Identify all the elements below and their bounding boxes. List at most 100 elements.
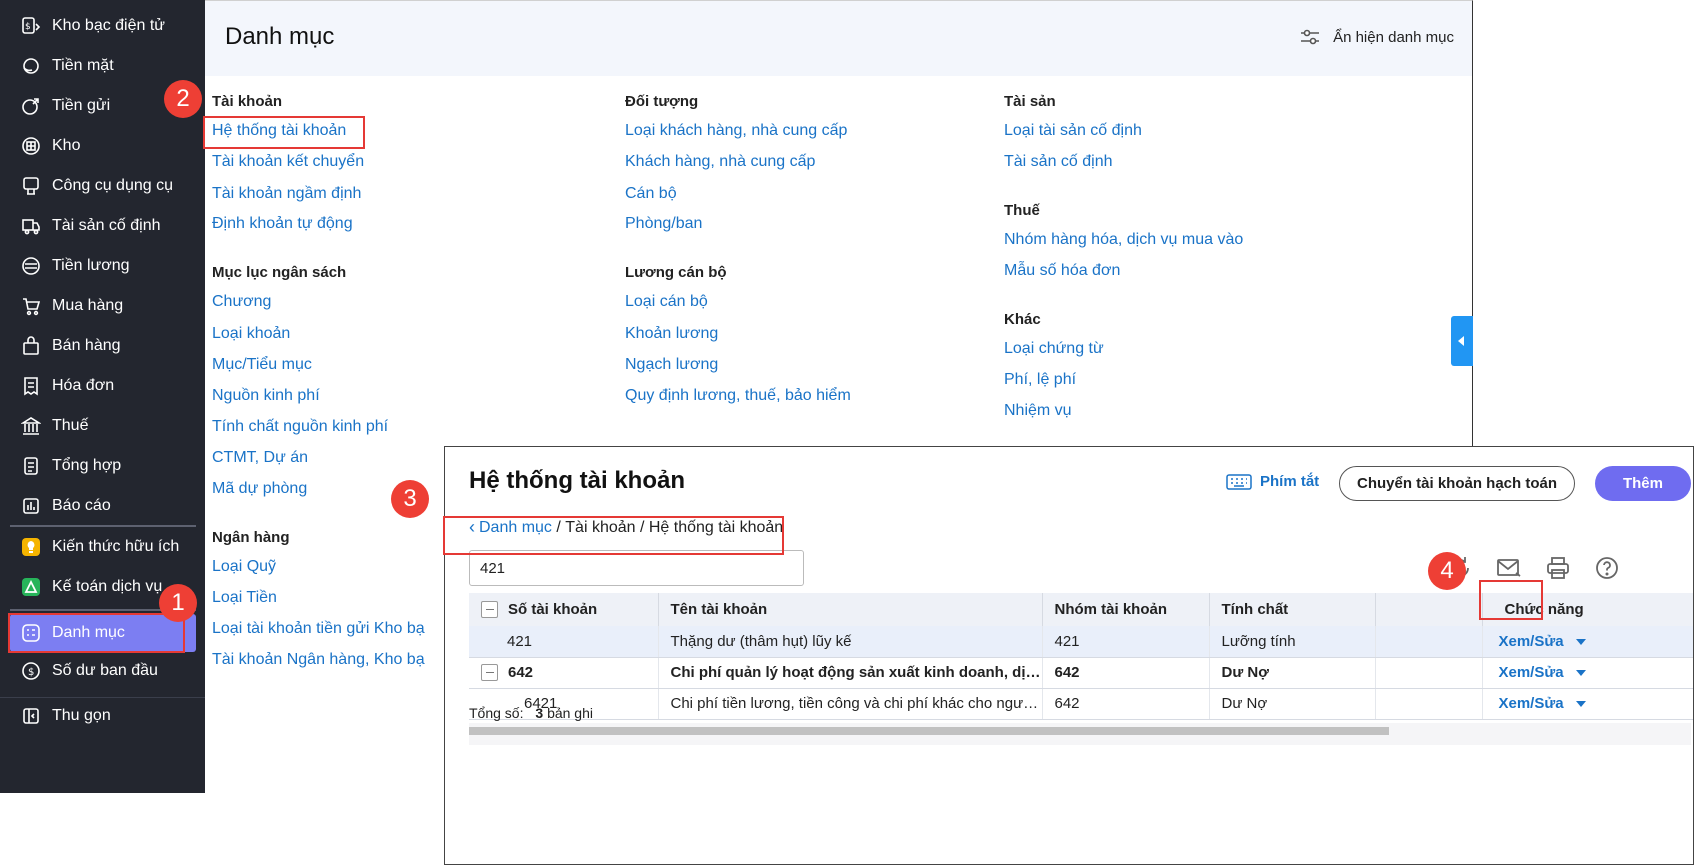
sliders-icon <box>1301 29 1320 45</box>
add-button[interactable]: Thêm <box>1595 466 1691 501</box>
sidebar-item-label: Tiền lương <box>52 257 130 274</box>
sidebar-item-salary[interactable]: Tiền lương <box>10 247 196 285</box>
sidebar-item-invoice[interactable]: Hóa đơn <box>10 367 196 405</box>
sidebar-item-e-treasury[interactable]: $ Kho bạc điện tử <box>10 7 196 45</box>
collapse-icon <box>20 705 42 727</box>
sidebar-item-purchase[interactable]: Mua hàng <box>10 287 196 325</box>
breadcrumb-back-link[interactable]: ‹ Danh mục <box>469 517 552 538</box>
column-header-account-number[interactable]: Số tài khoản <box>469 593 659 626</box>
link-fees[interactable]: Phí, lệ phí <box>1004 371 1076 389</box>
link-deposit-account-type[interactable]: Loại tài khoản tiền gửi Kho bạ <box>212 620 425 638</box>
link-fund-type[interactable]: Loại Quỹ <box>212 558 276 576</box>
help-button[interactable] <box>1582 553 1631 583</box>
view-edit-link[interactable]: Xem/Sửa <box>1499 633 1564 650</box>
expand-collapse-toggle[interactable] <box>481 664 498 682</box>
cell-nature: Dư Nợ <box>1209 657 1376 689</box>
link-voucher-type[interactable]: Loại chứng từ <box>1004 340 1104 358</box>
cell-account-number: 421 <box>469 626 659 658</box>
cell-nature: Lưỡng tính <box>1209 626 1376 658</box>
transfer-account-button[interactable]: Chuyển tài khoản hạch toán <box>1339 466 1575 501</box>
link-tasks[interactable]: Nhiệm vụ <box>1004 402 1072 420</box>
table-header-row: Số tài khoản Tên tài khoản Nhóm tài khoả… <box>469 593 1693 626</box>
link-programs-projects[interactable]: CTMT, Dự án <box>212 449 308 467</box>
page-title: Danh mục <box>225 23 335 50</box>
sidebar-item-tax[interactable]: Thuế <box>10 407 196 445</box>
cell-actions: Xem/Sửa <box>1482 657 1693 689</box>
record-count: Tổng số: 3 bản ghi <box>469 705 593 721</box>
shortcuts-button[interactable]: Phím tắt <box>1226 473 1319 490</box>
link-carry-forward-accounts[interactable]: Tài khoản kết chuyển <box>212 153 364 171</box>
truck-icon <box>20 215 42 237</box>
sidebar-item-label: Kiến thức hữu ích <box>52 538 180 555</box>
link-account-system[interactable]: Hệ thống tài khoản <box>212 122 346 140</box>
sidebar-item-label: Công cụ dụng cụ <box>52 177 173 194</box>
report-icon <box>20 495 42 517</box>
sidebar-item-tools[interactable]: Công cụ dụng cụ <box>10 167 196 205</box>
view-edit-link[interactable]: Xem/Sửa <box>1499 664 1564 681</box>
link-goods-services-group[interactable]: Nhóm hàng hóa, dịch vụ mua vào <box>1004 231 1243 249</box>
link-fixed-assets[interactable]: Tài sản cố định <box>1004 153 1113 171</box>
email-button[interactable] <box>1484 553 1533 583</box>
link-department[interactable]: Phòng/ban <box>625 215 702 233</box>
cell-account-number: 642 <box>469 657 659 689</box>
sidebar-item-knowledge[interactable]: Kiến thức hữu ích <box>10 528 196 566</box>
panel-collapse-handle[interactable] <box>1451 316 1473 366</box>
table-row[interactable]: 642 Chi phí quản lý hoạt động sản xuất k… <box>469 657 1693 689</box>
sidebar-item-label: Kế toán dịch vụ <box>52 578 163 595</box>
link-customer-supplier[interactable]: Khách hàng, nhà cung cấp <box>625 153 815 171</box>
link-auto-entries[interactable]: Định khoản tự động <box>212 215 353 233</box>
column-header-blank <box>1375 593 1483 626</box>
actions-dropdown-icon[interactable] <box>1575 701 1586 708</box>
link-salary-grade[interactable]: Ngạch lương <box>625 356 718 374</box>
column-header-account-group[interactable]: Nhóm tài khoản <box>1042 593 1210 626</box>
column-header-nature[interactable]: Tính chất <box>1209 593 1376 626</box>
column-header-account-name[interactable]: Tên tài khoản <box>658 593 1043 626</box>
link-currency-type[interactable]: Loại Tiền <box>212 589 277 607</box>
link-funding-nature[interactable]: Tính chất nguồn kinh phí <box>212 418 388 436</box>
tax-icon <box>20 415 42 437</box>
search-input[interactable] <box>469 550 804 586</box>
sidebar-item-label: Tổng hợp <box>52 457 122 474</box>
link-staff[interactable]: Cán bộ <box>625 185 677 203</box>
svg-text:$: $ <box>28 667 34 678</box>
link-item-type[interactable]: Loại khoản <box>212 325 290 343</box>
total-label: Tổng số: <box>469 705 524 721</box>
actions-dropdown-icon[interactable] <box>1575 670 1586 677</box>
sidebar-item-opening-balance[interactable]: $ Số dư ban đầu <box>10 652 196 690</box>
link-salary-items[interactable]: Khoản lương <box>625 325 718 343</box>
print-button[interactable] <box>1533 553 1582 583</box>
breadcrumb-separator: / <box>635 518 649 536</box>
link-bank-accounts[interactable]: Tài khoản Ngân hàng, Kho bạ <box>212 651 425 669</box>
link-staff-type[interactable]: Loại cán bộ <box>625 293 708 311</box>
breadcrumb-catalog: Danh mục <box>479 518 552 536</box>
section-title-tax: Thuế <box>1004 202 1040 219</box>
sidebar-item-report[interactable]: Báo cáo <box>10 487 196 525</box>
link-default-accounts[interactable]: Tài khoản ngầm định <box>212 185 361 203</box>
section-title-bank: Ngân hàng <box>212 529 290 546</box>
link-customer-supplier-type[interactable]: Loại khách hàng, nhà cung cấp <box>625 122 847 140</box>
actions-dropdown-icon[interactable] <box>1575 638 1586 645</box>
table-row[interactable]: 6421 Chi phí tiền lương, tiền công và ch… <box>469 688 1693 720</box>
sidebar-item-warehouse[interactable]: Kho <box>10 127 196 165</box>
link-funding-source[interactable]: Nguồn kinh phí <box>212 387 320 405</box>
link-invoice-template[interactable]: Mẫu số hóa đơn <box>1004 262 1120 280</box>
link-salary-rules[interactable]: Quy định lương, thuế, bảo hiểm <box>625 387 851 405</box>
link-fixed-asset-type[interactable]: Loại tài sản cố định <box>1004 122 1142 140</box>
sidebar-item-fixed-assets[interactable]: Tài sản cố định <box>10 207 196 245</box>
link-chapter[interactable]: Chương <box>212 293 271 311</box>
sidebar-item-sales[interactable]: Bán hàng <box>10 327 196 365</box>
view-edit-link[interactable]: Xem/Sửa <box>1499 695 1564 712</box>
link-reserve-code[interactable]: Mã dự phòng <box>212 480 307 498</box>
window-title: Hệ thống tài khoản <box>469 467 685 494</box>
sidebar-collapse-button[interactable]: Thu gọn <box>10 697 196 735</box>
cart-icon <box>20 295 42 317</box>
section-title-budget-index: Mục lục ngân sách <box>212 264 347 281</box>
table-row[interactable]: 421 Thặng dư (thâm hụt) lũy kế 421 Lưỡng… <box>469 626 1693 658</box>
sidebar-item-summary[interactable]: Tổng hợp <box>10 447 196 485</box>
link-subsection[interactable]: Mục/Tiểu mục <box>212 356 312 374</box>
sidebar-item-cash[interactable]: Tiền mặt <box>10 47 196 85</box>
warehouse-icon <box>20 135 42 157</box>
horizontal-scrollbar[interactable] <box>469 727 1389 735</box>
collapse-all-checkbox[interactable] <box>481 601 498 619</box>
toggle-catalog-button[interactable]: Ẩn hiện danh mục <box>1299 27 1454 47</box>
